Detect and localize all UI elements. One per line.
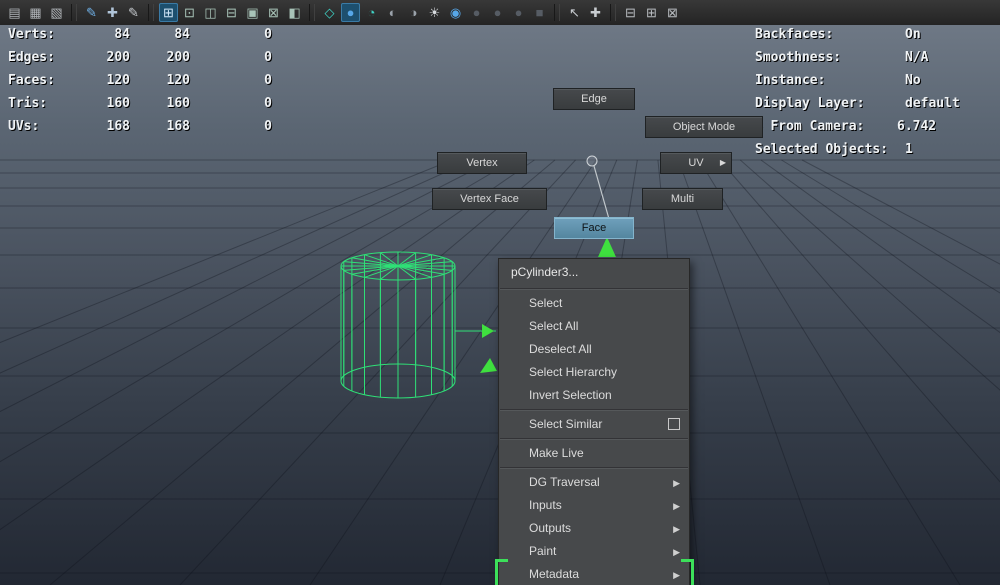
hud-label: Instance:	[755, 73, 825, 88]
menu-item-metadata[interactable]: Metadata ▶	[499, 563, 689, 585]
menu-item-dg-traversal[interactable]: DG Traversal ▶	[499, 471, 689, 494]
uv-mode-button[interactable]: UV ▶	[660, 152, 732, 174]
menu-item-label: Paint	[529, 544, 556, 558]
viewport-icon[interactable]: ⊡	[180, 3, 199, 22]
submenu-arrow-icon: ▶	[673, 495, 680, 518]
menu-separator	[500, 438, 688, 440]
textured-icon[interactable]: ◉	[446, 3, 465, 22]
menu-item-select[interactable]: Select	[499, 292, 689, 315]
shadows-icon[interactable]: ●	[488, 3, 507, 22]
panel-layout-single-icon[interactable]: ⊟	[621, 3, 640, 22]
menu-item-label: Outputs	[529, 521, 571, 535]
hud-distance-from-camera: Distance From Camera: 6.742	[0, 119, 1000, 137]
menu-item-label: Select Similar	[529, 417, 602, 431]
menu-separator	[500, 467, 688, 469]
camera-view-icon[interactable]: ◫	[201, 3, 220, 22]
marking-menu-bracket-right	[681, 559, 694, 585]
smooth-shade-icon[interactable]: ●	[341, 3, 360, 22]
hud-value: 1	[905, 142, 913, 157]
wire-cube-icon[interactable]: ◇	[320, 3, 339, 22]
hud-label: Smoothness:	[755, 50, 841, 65]
texture-view-icon[interactable]: ▣	[243, 3, 262, 22]
select-cursor-icon[interactable]: ↖	[565, 3, 584, 22]
default-lighting-icon[interactable]: ☀	[425, 3, 444, 22]
lights-off-icon[interactable]: ●	[467, 3, 486, 22]
hud-display-layer: Display Layer: default	[0, 96, 1000, 114]
bounding-box-icon[interactable]: ◑	[404, 3, 423, 22]
toolbar-separator	[309, 4, 315, 21]
add-icon[interactable]: ✚	[103, 3, 122, 22]
submenu-arrow-icon: ▶	[673, 564, 680, 585]
wireframe-shaded-icon[interactable]: ◔	[362, 3, 381, 22]
hud-smoothness: Smoothness: N/A	[0, 50, 1000, 68]
menu-item-inputs[interactable]: Inputs ▶	[499, 494, 689, 517]
menu-item-label: Metadata	[529, 567, 579, 581]
menu-item-deselect-all[interactable]: Deselect All	[499, 338, 689, 361]
button-label: UV	[688, 157, 703, 169]
render-view-icon[interactable]: ⊟	[222, 3, 241, 22]
hud-label: Backfaces:	[755, 27, 833, 42]
edge-mode-button[interactable]: Edge	[553, 88, 635, 110]
toolbar-separator	[71, 4, 77, 21]
hud-label: Selected Objects:	[755, 142, 888, 157]
hud-value: N/A	[905, 50, 928, 65]
menu-item-select-hierarchy[interactable]: Select Hierarchy	[499, 361, 689, 384]
menu-item-make-live[interactable]: Make Live	[499, 442, 689, 465]
option-box-icon[interactable]	[668, 418, 680, 430]
vertex-face-mode-button[interactable]: Vertex Face	[432, 188, 547, 210]
submenu-arrow-icon: ▶	[673, 541, 680, 564]
context-menu-title: pCylinder3...	[499, 259, 689, 286]
scene-menu-icon[interactable]: ▤	[5, 3, 24, 22]
hud-backfaces: Backfaces: On	[0, 27, 1000, 45]
toolbar-separator	[554, 4, 560, 21]
flat-shade-icon[interactable]: ◐	[383, 3, 402, 22]
hud-value: On	[905, 27, 921, 42]
multi-mode-button[interactable]: Multi	[642, 188, 723, 210]
panel-layout-split-icon[interactable]: ⊠	[663, 3, 682, 22]
face-mode-button[interactable]: Face	[554, 217, 634, 239]
grid-display-icon[interactable]: ⊞	[159, 3, 178, 22]
menu-item-label: Inputs	[529, 498, 562, 512]
menu-item-label: DG Traversal	[529, 475, 600, 489]
pencil-blue-icon[interactable]: ✎	[82, 3, 101, 22]
menu-item-select-all[interactable]: Select All	[499, 315, 689, 338]
object-mode-button[interactable]: Object Mode	[645, 116, 763, 138]
snap-grid-icon[interactable]: ▦	[26, 3, 45, 22]
menu-separator	[500, 288, 688, 290]
maya-window: ▤▦▧✎✚✎⊞⊡◫⊟▣⊠◧◇●◔◐◑☀◉●●●■↖✚⊟⊞⊠ Verts: 84 …	[0, 0, 1000, 585]
panel-layout-four-icon[interactable]: ⊞	[642, 3, 661, 22]
menu-item-outputs[interactable]: Outputs ▶	[499, 517, 689, 540]
menu-item-select-similar[interactable]: Select Similar	[499, 413, 689, 436]
film-gate-icon[interactable]: ⊠	[264, 3, 283, 22]
pencil-icon[interactable]: ✎	[124, 3, 143, 22]
vertex-mode-button[interactable]: Vertex	[437, 152, 527, 174]
history-icon[interactable]: ▧	[47, 3, 66, 22]
submenu-arrow-icon: ▶	[673, 472, 680, 495]
context-menu: pCylinder3... Select Select All Deselect…	[498, 258, 690, 585]
marking-menu-bracket-left	[495, 559, 508, 585]
status-line-toolbar: ▤▦▧✎✚✎⊞⊡◫⊟▣⊠◧◇●◔◐◑☀◉●●●■↖✚⊟⊞⊠	[0, 0, 1000, 25]
occlusion-icon[interactable]: ●	[509, 3, 528, 22]
hud-instance: Instance: No	[0, 73, 1000, 91]
antialias-icon[interactable]: ■	[530, 3, 549, 22]
toolbar-separator	[148, 4, 154, 21]
add-select-cursor-icon[interactable]: ✚	[586, 3, 605, 22]
submenu-arrow-icon: ▶	[673, 518, 680, 541]
submenu-arrow-icon: ▶	[720, 153, 726, 173]
resolution-gate-icon[interactable]: ◧	[285, 3, 304, 22]
toolbar-separator	[610, 4, 616, 21]
hud-value: 6.742	[897, 119, 936, 134]
hud-value: No	[905, 73, 921, 88]
menu-separator	[500, 409, 688, 411]
menu-item-paint[interactable]: Paint ▶	[499, 540, 689, 563]
hud-value: default	[905, 96, 960, 111]
perspective-viewport[interactable]: Verts: 84 84 0 Edges: 200 200 0 Faces: 1…	[0, 25, 1000, 585]
menu-item-invert-selection[interactable]: Invert Selection	[499, 384, 689, 407]
hud-label: Display Layer:	[755, 96, 865, 111]
